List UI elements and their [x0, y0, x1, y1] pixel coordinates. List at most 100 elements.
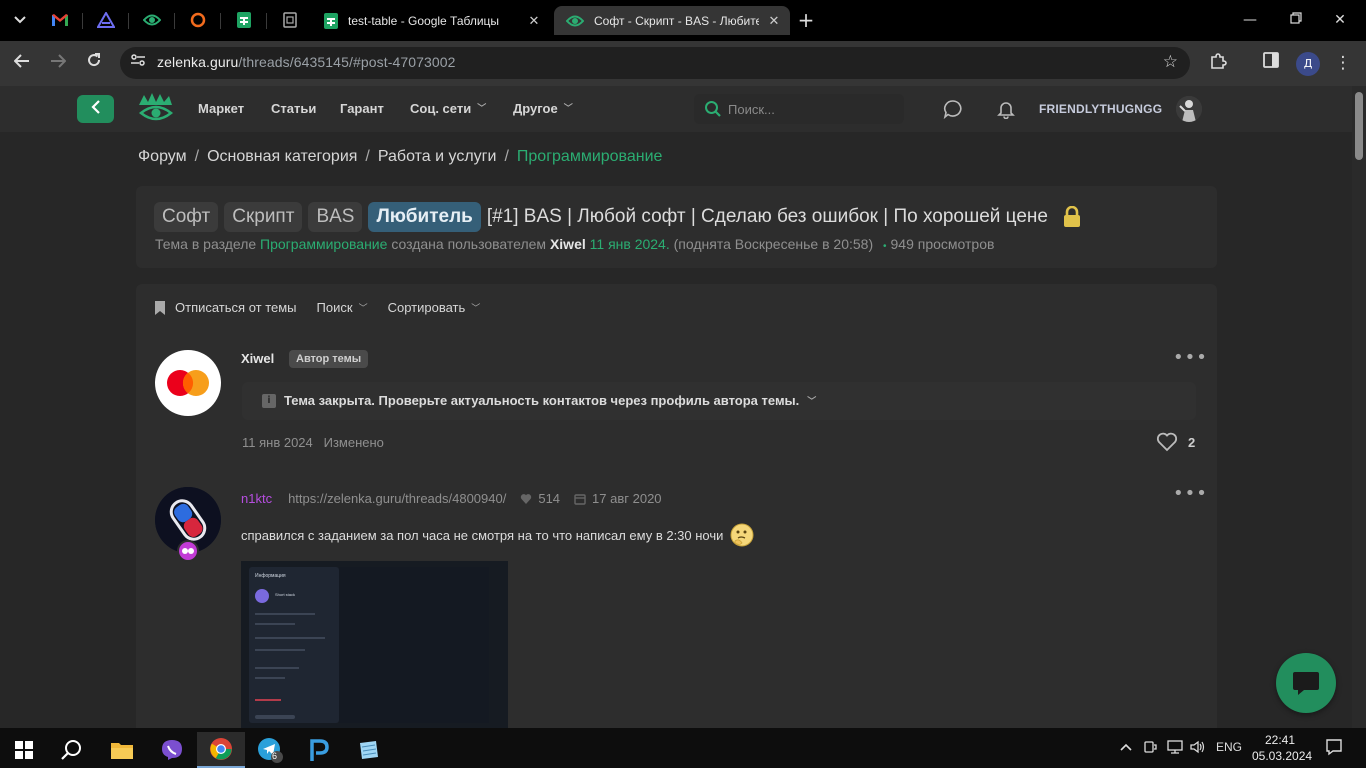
meta-section-link[interactable]: Программирование: [260, 236, 387, 252]
p-app-icon[interactable]: [295, 732, 343, 768]
url-text[interactable]: zelenka.guru/threads/6435145/#post-47073…: [157, 54, 456, 70]
viber-icon[interactable]: [148, 732, 196, 768]
tab-separator: [220, 13, 221, 29]
restore-window-icon[interactable]: [1284, 8, 1308, 32]
chevron-left-icon: [90, 100, 100, 114]
meta-bumped: (поднята Воскресенье в 20:58): [673, 236, 874, 252]
nav-articles[interactable]: Статьи: [271, 101, 316, 116]
side-panel-icon[interactable]: [1260, 52, 1282, 74]
meta-author-link[interactable]: Xiwel: [550, 236, 586, 252]
signature-link[interactable]: https://zelenka.guru/threads/4800940/: [288, 491, 506, 506]
tray-device-icon[interactable]: [1143, 740, 1157, 757]
telegram-icon[interactable]: 6: [246, 732, 294, 768]
nav-social[interactable]: Соц. сети ﹀: [410, 101, 486, 116]
post-author[interactable]: n1ktc: [241, 491, 272, 506]
reload-icon[interactable]: [83, 52, 105, 74]
heart-icon: [521, 493, 532, 504]
tab-zelenka-thread[interactable]: Софт - Скрипт - BAS - Любите... ✕: [554, 6, 790, 35]
taskbar-search-icon[interactable]: [48, 732, 96, 768]
sort-dropdown[interactable]: Сортировать ﹀: [388, 300, 481, 315]
triangle-app-tab-icon[interactable]: [94, 8, 118, 32]
post-author[interactable]: Xiwel: [241, 351, 274, 366]
chevron-down-icon: ﹀: [471, 303, 481, 313]
chevron-down-icon: ﹀: [477, 103, 487, 113]
closed-thread-notice[interactable]: i Тема закрыта. Проверьте актуальность к…: [242, 382, 1196, 420]
tab-title: test-table - Google Таблицы: [348, 13, 500, 28]
new-tab-plus-icon[interactable]: +: [796, 10, 816, 30]
tab-title: Софт - Скрипт - BAS - Любите...: [594, 13, 759, 28]
network-icon[interactable]: [1167, 740, 1183, 757]
scrollbar-thumb[interactable]: [1355, 92, 1363, 160]
thread-title: [#1] BAS | Любой софт | Сделаю без ошибо…: [486, 206, 1048, 227]
bell-icon[interactable]: [996, 99, 1016, 120]
windows-start-icon[interactable]: [0, 732, 48, 768]
thread-prefix-bas[interactable]: BAS: [308, 202, 363, 232]
site-back-button[interactable]: [77, 95, 114, 123]
notepad-icon[interactable]: [344, 732, 392, 768]
extensions-puzzle-icon[interactable]: [1207, 52, 1229, 74]
like-button[interactable]: 2: [1156, 432, 1195, 452]
avatar[interactable]: [155, 350, 221, 416]
search-dropdown-label: Поиск: [316, 300, 353, 315]
profile-avatar[interactable]: Д: [1296, 52, 1320, 76]
tray-expand-icon[interactable]: [1120, 740, 1132, 754]
site-info-icon[interactable]: [128, 53, 148, 73]
breadcrumb-current[interactable]: Программирование: [517, 148, 663, 165]
nav-other[interactable]: Другое ﹀: [513, 101, 573, 116]
screenshot-line: [255, 649, 305, 651]
chat-floating-button[interactable]: [1276, 653, 1336, 713]
language-indicator[interactable]: ENG: [1216, 740, 1242, 754]
tab-search-chevron-icon[interactable]: [8, 8, 32, 32]
file-explorer-icon[interactable]: [98, 732, 146, 768]
site-logo-icon[interactable]: [138, 93, 174, 125]
more-dots-icon[interactable]: •••: [1173, 349, 1207, 367]
page-scrollbar[interactable]: [1352, 86, 1366, 728]
breadcrumb-forum[interactable]: Форум: [138, 148, 187, 165]
back-arrow-icon[interactable]: [11, 52, 33, 74]
attachment-image[interactable]: Информация Short stack: [241, 561, 508, 728]
google-sheets-tab-icon[interactable]: [232, 8, 256, 32]
forward-arrow-icon[interactable]: [47, 52, 69, 74]
unsubscribe-button[interactable]: Отписаться от темы: [175, 300, 297, 315]
lolz-eye-tab-icon[interactable]: [140, 8, 164, 32]
close-window-icon[interactable]: ✕: [1328, 8, 1352, 32]
thread-prefix-amateur[interactable]: Любитель: [368, 202, 481, 232]
orange-circle-tab-icon[interactable]: [186, 8, 210, 32]
taskbar-clock[interactable]: 22:41 05.03.2024: [1252, 732, 1312, 764]
url-path: /threads/6435145/#post-47073002: [238, 54, 456, 70]
search-input[interactable]: [728, 100, 888, 118]
post-date-value[interactable]: 11 янв 2024: [242, 435, 313, 450]
gmail-tab-icon[interactable]: [48, 8, 72, 32]
nav-guarantor[interactable]: Гарант: [340, 101, 384, 116]
nav-market[interactable]: Маркет: [198, 101, 244, 116]
site-search[interactable]: [694, 94, 904, 124]
more-dots-icon[interactable]: •••: [1173, 485, 1207, 503]
post-body: справился с заданием за пол часа не смот…: [241, 522, 755, 548]
close-tab-icon[interactable]: ✕: [526, 13, 542, 29]
thread-prefix-soft[interactable]: Софт: [154, 202, 219, 232]
screenshot-line: [255, 637, 325, 639]
breadcrumb-main-category[interactable]: Основная категория: [207, 148, 357, 165]
chrome-icon[interactable]: [197, 732, 245, 768]
screenshot-panel-title: Информация: [255, 573, 286, 579]
chat-bubble-icon[interactable]: [943, 99, 963, 120]
screenshot-line: [255, 613, 315, 615]
browser-menu-dots-icon[interactable]: ⋮: [1332, 52, 1354, 74]
thread-prefix-script[interactable]: Скрипт: [224, 202, 303, 232]
notifications-icon[interactable]: [1325, 738, 1343, 759]
close-tab-icon[interactable]: ✕: [766, 13, 782, 29]
nav-label: Соц. сети: [410, 101, 472, 116]
address-bar[interactable]: zelenka.guru/threads/6435145/#post-47073…: [120, 47, 1190, 79]
post-edited[interactable]: Изменено: [324, 435, 384, 450]
bookmark-star-icon[interactable]: ☆: [1163, 52, 1178, 72]
search-dropdown[interactable]: Поиск ﹀: [317, 300, 368, 315]
search-icon: [705, 101, 721, 117]
volume-icon[interactable]: [1190, 740, 1206, 757]
tab-google-sheets[interactable]: test-table - Google Таблицы ✕: [312, 6, 550, 35]
document-tab-icon[interactable]: [278, 8, 302, 32]
breadcrumb-work-services[interactable]: Работа и услуги: [378, 148, 497, 165]
user-avatar[interactable]: [1176, 96, 1202, 122]
minimize-window-icon[interactable]: —: [1238, 8, 1262, 32]
header-username[interactable]: FRIENDLYTHUGNGG: [1039, 102, 1162, 116]
lolz-eye-icon: [566, 15, 584, 26]
